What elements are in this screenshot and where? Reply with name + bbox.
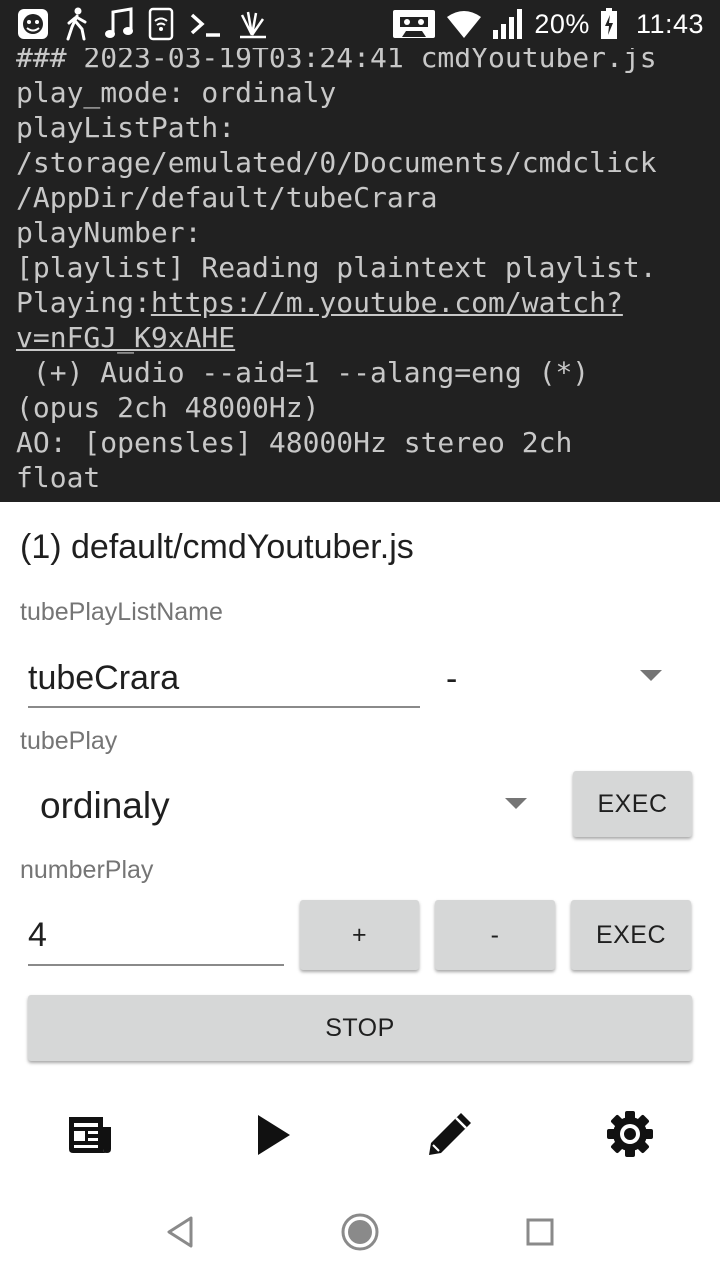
battery-percent: 20%	[534, 8, 590, 39]
back-icon-graphic	[167, 1216, 193, 1248]
pencil-icon[interactable]	[420, 1106, 480, 1162]
home-icon-graphic	[341, 1213, 379, 1251]
playlist-name-input[interactable]	[28, 650, 420, 708]
terminal-line: (+) Audio --aid=1 --alang=eng (*)	[16, 356, 590, 389]
pencil-icon-graphic	[429, 1113, 471, 1155]
number-play-exec-button[interactable]: EXEC	[571, 900, 691, 970]
cassette-icon	[393, 10, 436, 38]
signal-icon	[493, 9, 523, 39]
home-icon[interactable]	[328, 1200, 392, 1264]
wifi-icon	[447, 11, 482, 38]
fan-icon	[240, 11, 266, 39]
playlist-name-spinner[interactable]: -	[440, 650, 680, 708]
newspaper-icon-graphic	[69, 1117, 111, 1153]
youtube-link[interactable]: https://m.youtube.com/watch?	[151, 286, 623, 319]
terminal-line: play_mode: ordinaly	[16, 76, 337, 109]
recents-icon[interactable]	[510, 1200, 570, 1264]
status-icons-left	[16, 6, 268, 42]
app-face-icon	[18, 9, 48, 39]
terminal-line: Playing:https://m.youtube.com/watch?	[16, 285, 623, 320]
terminal-line: [playlist] Reading plaintext playlist.	[16, 251, 657, 284]
recents-icon-graphic	[526, 1218, 554, 1246]
terminal-line: playNumber:	[16, 216, 202, 249]
number-play-label: numberPlay	[20, 856, 154, 884]
terminal-prompt-icon	[190, 13, 220, 37]
terminal-line: (opus 2ch 48000Hz)	[16, 391, 320, 424]
music-note-icon	[105, 7, 133, 38]
battery-charging-icon	[600, 8, 617, 39]
gear-icon[interactable]	[600, 1106, 660, 1162]
terminal-line: float	[16, 461, 101, 494]
playlist-name-spinner-value: -	[446, 659, 458, 698]
newspaper-icon[interactable]	[60, 1108, 120, 1162]
chevron-down-icon	[640, 670, 662, 681]
terminal-line: AO: [opensles] 48000Hz stereo 2ch	[16, 426, 573, 459]
status-icons-right: 20% 11:43	[392, 6, 704, 42]
terminal-line: v=nFGJ_K9xAHE	[16, 320, 235, 355]
stop-button[interactable]: STOP	[28, 995, 692, 1061]
gear-icon-graphic	[607, 1111, 653, 1157]
terminal-line: playListPath:	[16, 111, 236, 144]
walking-person-icon	[66, 7, 87, 41]
chevron-down-icon	[505, 798, 527, 809]
number-play-input[interactable]	[28, 906, 284, 966]
clock-time: 11:43	[635, 8, 704, 39]
playlist-name-label: tubePlayListName	[20, 598, 223, 626]
increment-button[interactable]: +	[300, 900, 419, 970]
form-title: (1) default/cmdYoutuber.js	[20, 528, 414, 566]
play-icon-graphic	[258, 1115, 290, 1155]
tube-play-spinner-value: ordinaly	[40, 785, 170, 826]
status-bar: 20% 11:43	[0, 0, 720, 48]
tube-play-label: tubePlay	[20, 727, 118, 755]
tube-play-spinner[interactable]: ordinaly	[28, 776, 542, 836]
terminal-output[interactable]: ### 2023-03-19T03:24:41 cmdYoutuber.js p…	[0, 48, 720, 502]
terminal-prefix: Playing:	[16, 286, 151, 319]
play-icon[interactable]	[244, 1108, 304, 1162]
terminal-line: /storage/emulated/0/Documents/cmdclick	[16, 146, 657, 179]
cast-wifi-icon	[148, 7, 174, 41]
terminal-line: /AppDir/default/tubeCrara	[16, 181, 438, 214]
youtube-link-continued[interactable]: v=nFGJ_K9xAHE	[16, 321, 235, 354]
back-icon[interactable]	[150, 1200, 210, 1264]
decrement-button[interactable]: -	[435, 900, 555, 970]
tube-play-exec-button[interactable]: EXEC	[573, 771, 692, 837]
terminal-line: ### 2023-03-19T03:24:41 cmdYoutuber.js	[16, 48, 657, 74]
